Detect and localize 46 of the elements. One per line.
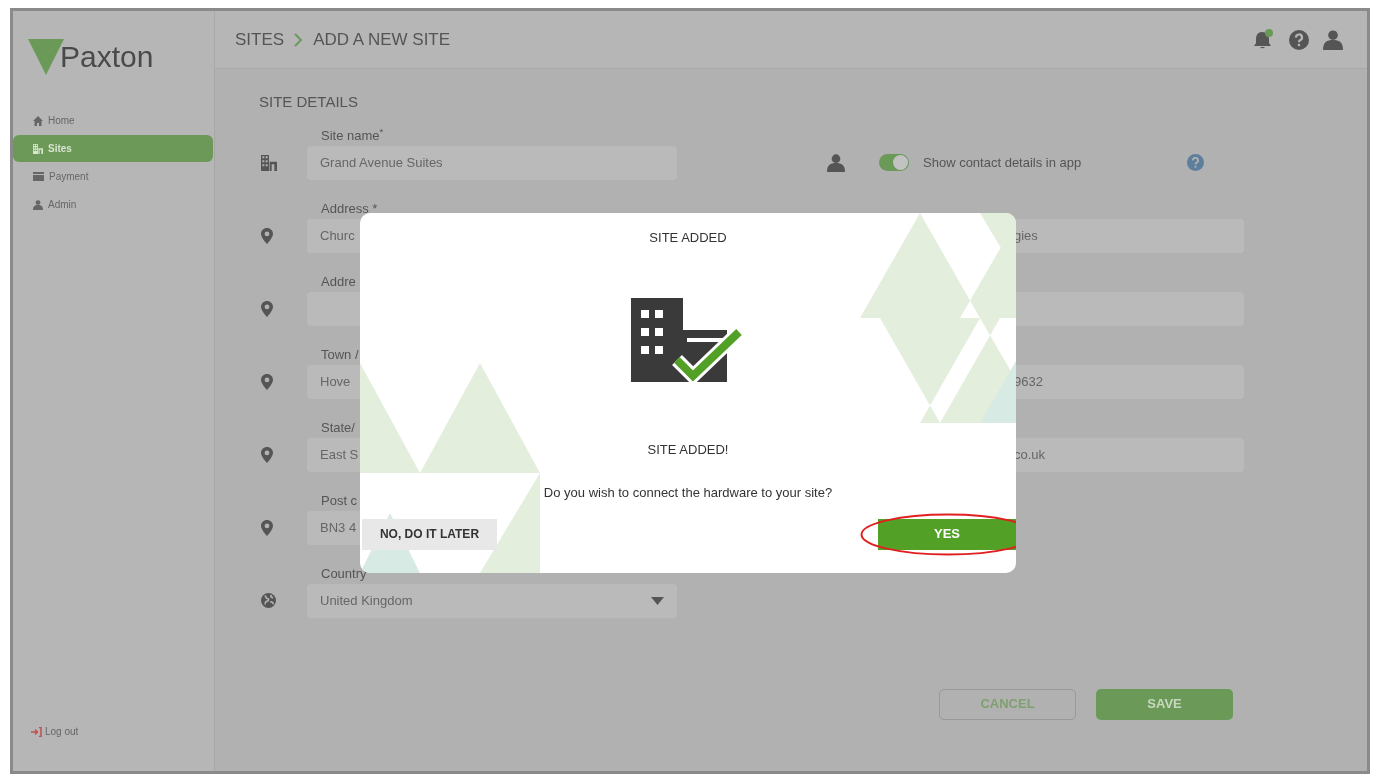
sidebar-item[interactable]: Admin: [13, 191, 214, 218]
dialog-heading: SITE ADDED!: [647, 440, 729, 459]
dropdown-caret-icon: [651, 596, 664, 605]
field-label: Country: [321, 564, 367, 583]
field-label: Town /: [321, 345, 359, 364]
sidebar-item[interactable]: Home: [13, 107, 214, 134]
user-icon: [33, 199, 43, 210]
breadcrumb-link[interactable]: SITES: [235, 26, 285, 53]
yes-button[interactable]: YES: [878, 518, 1016, 550]
building-icon: [33, 143, 43, 154]
location-pin-icon: [261, 300, 273, 317]
home-icon: [33, 115, 43, 126]
logout-link[interactable]: Log out: [45, 724, 79, 739]
dialog-message: Do you wish to connect the hardware to your site?: [543, 484, 833, 502]
user-icon[interactable]: [1323, 29, 1343, 50]
save-button[interactable]: SAVE: [1096, 688, 1233, 720]
dialog-title: SITE ADDED: [649, 229, 727, 247]
triangle-logo-icon: [28, 39, 64, 75]
logout-icon: [31, 726, 42, 737]
location-pin-icon: [261, 519, 273, 536]
text-field[interactable]: Grand Avenue Suites: [307, 145, 677, 180]
sidebar-item[interactable]: Payment: [13, 163, 214, 190]
logo-text: Paxton: [60, 42, 154, 72]
chevron-right-icon: [294, 32, 304, 47]
card-icon: [33, 172, 44, 181]
globe-icon: [261, 593, 276, 608]
toggle-switch[interactable]: [879, 154, 909, 171]
toggle-label: Show contact details in app: [923, 153, 1083, 172]
page-title: ADD A NEW SITE: [313, 28, 451, 51]
country-dropdown[interactable]: United Kingdom: [307, 583, 677, 618]
help-icon[interactable]: [1289, 29, 1309, 50]
field-label: Post c: [321, 491, 358, 510]
location-pin-icon: [261, 227, 273, 244]
building-icon: [261, 154, 277, 171]
field-label: State/: [321, 418, 355, 437]
field-label: Site name$^{*}$: [321, 125, 384, 145]
field-label: Addre: [321, 272, 356, 291]
section-title: SITE DETAILS: [259, 92, 359, 112]
location-pin-icon: [261, 446, 273, 463]
user-icon: [827, 153, 845, 172]
later-button[interactable]: NO, DO IT LATER: [362, 518, 497, 550]
help-icon[interactable]: [1187, 154, 1204, 171]
location-pin-icon: [261, 373, 273, 390]
notification-bell-icon[interactable]: [1253, 28, 1275, 51]
sidebar-item[interactable]: Sites: [13, 135, 213, 162]
field-label: Address *: [321, 199, 378, 218]
